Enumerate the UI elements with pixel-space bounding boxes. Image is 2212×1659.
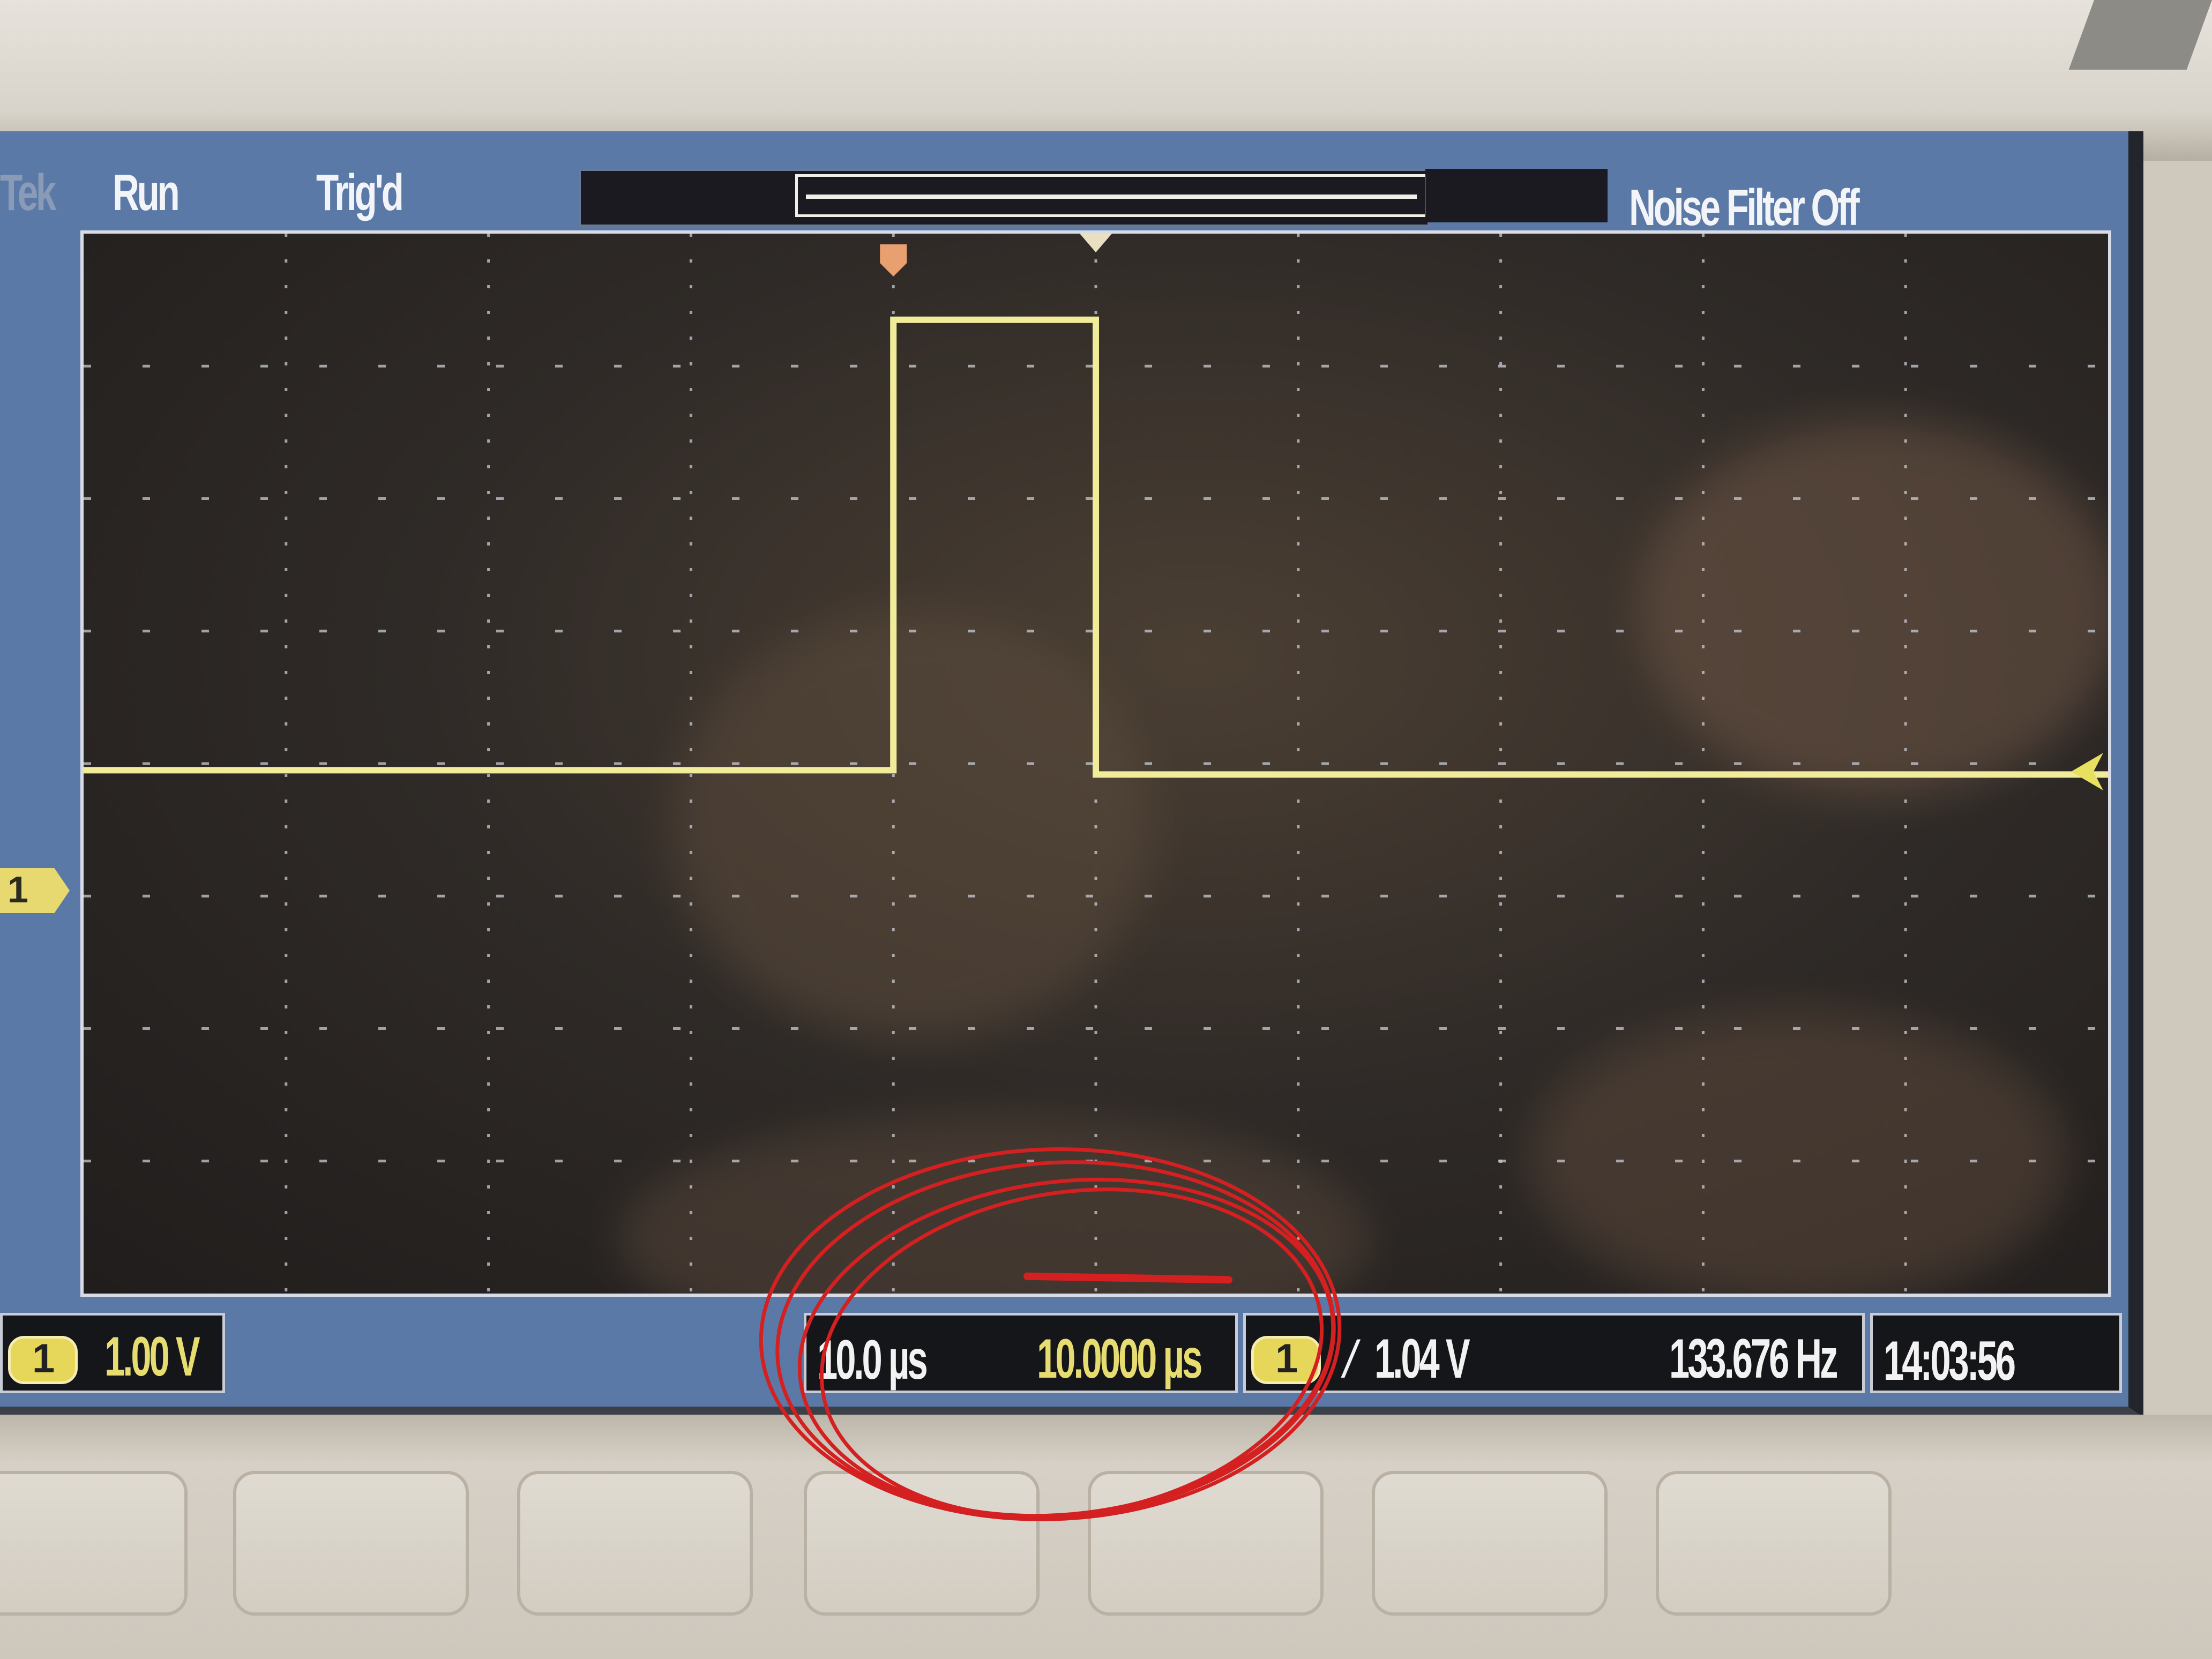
- red-circle-annotation: [759, 1147, 1342, 1521]
